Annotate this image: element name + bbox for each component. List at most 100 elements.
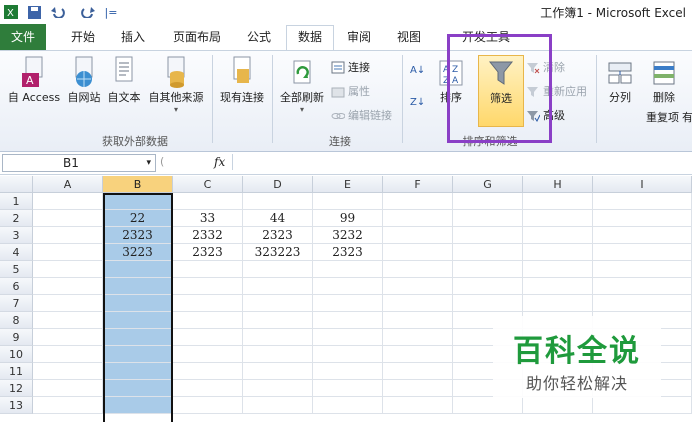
from-access-button[interactable]: A 自 Access [2, 55, 66, 105]
name-box[interactable]: B1 ▾ [2, 154, 156, 172]
name-box-dropdown-icon[interactable]: ▾ [146, 155, 151, 171]
customize-quick-access[interactable]: |= [104, 4, 118, 20]
existing-connections-button[interactable]: 现有连接 [216, 55, 268, 105]
cell-a2[interactable] [33, 210, 103, 227]
cell-d3[interactable]: 2323 [243, 227, 313, 244]
row-header-12[interactable]: 12 [0, 380, 33, 397]
cell-b1[interactable] [103, 193, 173, 210]
cell-f3[interactable] [383, 227, 453, 244]
column-header-d[interactable]: D [243, 176, 313, 193]
cell-i5[interactable] [593, 261, 692, 278]
cell-h1[interactable] [523, 193, 593, 210]
cell-g5[interactable] [453, 261, 523, 278]
cell-a6[interactable] [33, 278, 103, 295]
cell-c13[interactable] [173, 397, 243, 414]
cell-a3[interactable] [33, 227, 103, 244]
cell-e13[interactable] [313, 397, 383, 414]
cell-a8[interactable] [33, 312, 103, 329]
cell-d13[interactable] [243, 397, 313, 414]
from-web-button[interactable]: 自网站 [64, 55, 104, 105]
cell-c2[interactable]: 33 [173, 210, 243, 227]
refresh-all-button[interactable]: 全部刷新 ▾ [276, 59, 328, 114]
cell-e4[interactable]: 2323 [313, 244, 383, 261]
cell-f1[interactable] [383, 193, 453, 210]
column-header-a[interactable]: A [33, 176, 103, 193]
cell-b13[interactable] [103, 397, 173, 414]
cell-h6[interactable] [523, 278, 593, 295]
cell-d4[interactable]: 323223 [243, 244, 313, 261]
cell-e11[interactable] [313, 363, 383, 380]
tab-page-layout[interactable]: 页面布局 [164, 26, 230, 48]
edit-links-button[interactable]: 编辑链接 [331, 107, 392, 123]
cell-f6[interactable] [383, 278, 453, 295]
tab-home[interactable]: 开始 [58, 26, 108, 48]
cell-c5[interactable] [173, 261, 243, 278]
cell-f5[interactable] [383, 261, 453, 278]
cell-c8[interactable] [173, 312, 243, 329]
undo-icon[interactable] [48, 4, 70, 20]
cell-b5[interactable] [103, 261, 173, 278]
column-header-i[interactable]: I [593, 176, 692, 193]
cell-e1[interactable] [313, 193, 383, 210]
cell-e8[interactable] [313, 312, 383, 329]
row-header-3[interactable]: 3 [0, 227, 33, 244]
cell-e7[interactable] [313, 295, 383, 312]
cell-a11[interactable] [33, 363, 103, 380]
connections-button[interactable]: 连接 [331, 59, 370, 75]
tab-review[interactable]: 审阅 [336, 26, 382, 48]
cell-c11[interactable] [173, 363, 243, 380]
cell-c9[interactable] [173, 329, 243, 346]
row-header-2[interactable]: 2 [0, 210, 33, 227]
cell-b11[interactable] [103, 363, 173, 380]
cell-f12[interactable] [383, 380, 453, 397]
column-header-g[interactable]: G [453, 176, 523, 193]
column-header-b[interactable]: B [103, 176, 173, 193]
cell-c1[interactable] [173, 193, 243, 210]
column-header-f[interactable]: F [383, 176, 453, 193]
cell-d1[interactable] [243, 193, 313, 210]
text-to-columns-button[interactable]: 分列 [602, 59, 638, 105]
cell-e10[interactable] [313, 346, 383, 363]
cell-b6[interactable] [103, 278, 173, 295]
cell-g7[interactable] [453, 295, 523, 312]
row-header-7[interactable]: 7 [0, 295, 33, 312]
cell-b3[interactable]: 2323 [103, 227, 173, 244]
save-icon[interactable] [26, 4, 42, 20]
cell-f11[interactable] [383, 363, 453, 380]
cell-c10[interactable] [173, 346, 243, 363]
row-header-5[interactable]: 5 [0, 261, 33, 278]
cell-h5[interactable] [523, 261, 593, 278]
from-other-sources-button[interactable]: 自其他来源 ▾ [146, 55, 206, 114]
cell-e3[interactable]: 3232 [313, 227, 383, 244]
cell-h2[interactable] [523, 210, 593, 227]
remove-duplicates-button[interactable]: 删除 [644, 59, 684, 105]
cell-d6[interactable] [243, 278, 313, 295]
cell-g6[interactable] [453, 278, 523, 295]
cell-a13[interactable] [33, 397, 103, 414]
sort-ascending-icon[interactable]: A↓ [410, 65, 425, 76]
cell-b4[interactable]: 3223 [103, 244, 173, 261]
cell-a4[interactable] [33, 244, 103, 261]
cell-h3[interactable] [523, 227, 593, 244]
cell-d8[interactable] [243, 312, 313, 329]
cell-g4[interactable] [453, 244, 523, 261]
cell-g2[interactable] [453, 210, 523, 227]
cell-c4[interactable]: 2323 [173, 244, 243, 261]
row-header-13[interactable]: 13 [0, 397, 33, 414]
row-header-9[interactable]: 9 [0, 329, 33, 346]
tab-view[interactable]: 视图 [386, 26, 432, 48]
cell-a12[interactable] [33, 380, 103, 397]
cell-h7[interactable] [523, 295, 593, 312]
cell-e12[interactable] [313, 380, 383, 397]
tab-file[interactable]: 文件 [0, 24, 46, 50]
cell-f13[interactable] [383, 397, 453, 414]
cell-b12[interactable] [103, 380, 173, 397]
cell-g3[interactable] [453, 227, 523, 244]
cell-d12[interactable] [243, 380, 313, 397]
cell-b10[interactable] [103, 346, 173, 363]
cell-i4[interactable] [593, 244, 692, 261]
cell-f4[interactable] [383, 244, 453, 261]
cell-f9[interactable] [383, 329, 453, 346]
cell-b2[interactable]: 22 [103, 210, 173, 227]
tab-formulas[interactable]: 公式 [236, 26, 282, 48]
